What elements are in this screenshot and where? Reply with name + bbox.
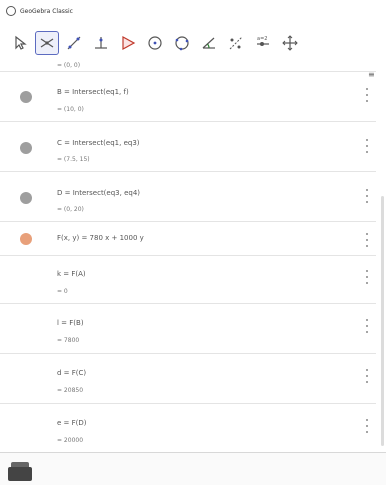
scrollbar[interactable] [381, 196, 384, 446]
value-text: = (7.5, 15) [57, 156, 90, 163]
slider-icon: a=2 [257, 36, 269, 46]
polygon-tool-button[interactable] [116, 31, 140, 55]
algebra-row-C[interactable]: C = Intersect(eq1, eq3) = (7.5, 15) [0, 122, 376, 172]
definition-text[interactable]: l = F(B) [57, 319, 84, 327]
algebra-row-l[interactable]: l = F(B) = 7800 [0, 304, 376, 354]
algebra-row-B[interactable]: B = Intersect(eq1, f) = (10, 0) [0, 72, 376, 122]
perpendicular-line-icon [95, 37, 107, 49]
more-options-icon[interactable] [364, 419, 370, 433]
perpendicular-tool-button[interactable] [89, 31, 113, 55]
toolbar: a=2 [0, 24, 386, 62]
window-title: GeoGebra Classic [20, 7, 73, 15]
definition-text[interactable]: k = F(A) [57, 270, 86, 278]
polygon-icon [122, 35, 136, 51]
definition-text[interactable]: C = Intersect(eq1, eq3) [57, 139, 140, 147]
svg-text:a=2: a=2 [257, 36, 267, 42]
move-tool-button[interactable] [8, 31, 32, 55]
intersect-icon [40, 38, 54, 48]
visibility-toggle[interactable] [20, 142, 32, 154]
geogebra-app-icon [6, 6, 16, 16]
angle-tool-button[interactable] [197, 31, 221, 55]
definition-text[interactable]: d = F(C) [57, 369, 86, 377]
algebra-row-D[interactable]: D = Intersect(eq3, eq4) = (0, 20) [0, 172, 376, 222]
more-options-icon[interactable] [364, 139, 370, 153]
value-text: = (0, 20) [57, 206, 84, 213]
title-bar: GeoGebra Classic [0, 0, 386, 22]
intersect-tool-button[interactable] [35, 31, 59, 55]
circle-center-point-icon [148, 36, 162, 50]
more-options-icon[interactable] [364, 369, 370, 383]
reflect-tool-button[interactable] [224, 31, 248, 55]
circle-tool-button[interactable] [143, 31, 167, 55]
more-options-icon[interactable] [364, 319, 370, 333]
algebra-view: = (0, 0) B = Intersect(eq1, f) = (10, 0)… [0, 62, 386, 452]
definition-text[interactable]: F(x, y) = 780 x + 1000 y [57, 234, 144, 242]
more-options-icon[interactable] [364, 189, 370, 203]
move-arrows-icon [282, 35, 298, 51]
line-icon [67, 36, 81, 50]
visibility-toggle[interactable] [20, 91, 32, 103]
line-tool-button[interactable] [62, 31, 86, 55]
more-options-icon[interactable] [364, 270, 370, 284]
circle-three-points-tool-button[interactable] [170, 31, 194, 55]
algebra-row-F[interactable]: F(x, y) = 780 x + 1000 y [0, 222, 376, 256]
cursor-arrow-icon [15, 35, 27, 50]
slider-tool-button[interactable]: a=2 [251, 31, 275, 55]
move-graphics-view-tool-button[interactable] [278, 31, 302, 55]
definition-text[interactable]: D = Intersect(eq3, eq4) [57, 189, 140, 197]
sort-menu-icon[interactable]: ≡ [368, 70, 375, 79]
angle-icon [202, 37, 215, 49]
value-text: = (10, 0) [57, 106, 84, 113]
reflect-about-line-icon [229, 36, 243, 50]
bottom-bar [0, 452, 386, 485]
visibility-toggle[interactable] [20, 192, 32, 204]
value-text: = 20850 [57, 387, 84, 394]
value-text: = (0, 0) [57, 62, 81, 69]
algebra-row-d[interactable]: d = F(C) = 20850 [0, 354, 376, 404]
value-text: = 0 [57, 288, 68, 295]
algebra-row-e[interactable]: e = F(D) = 20000 [0, 404, 376, 452]
keyboard-icon[interactable] [8, 462, 32, 481]
circle-three-points-icon [175, 36, 189, 51]
value-text: = 20000 [57, 437, 84, 444]
algebra-row-partial[interactable]: = (0, 0) [0, 62, 376, 72]
more-options-icon[interactable] [364, 88, 370, 102]
definition-text[interactable]: B = Intersect(eq1, f) [57, 88, 129, 96]
value-text: = 7800 [57, 337, 80, 344]
more-options-icon[interactable] [364, 233, 370, 247]
algebra-row-k[interactable]: k = F(A) = 0 [0, 256, 376, 304]
definition-text[interactable]: e = F(D) [57, 419, 87, 427]
visibility-toggle[interactable] [20, 233, 32, 245]
